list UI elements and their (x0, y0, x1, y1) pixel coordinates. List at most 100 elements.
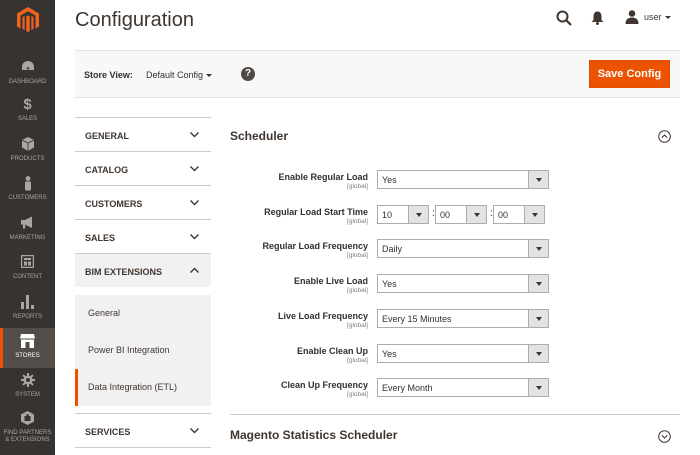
layout-icon (0, 254, 55, 271)
page-title: Configuration (75, 9, 194, 31)
chevron-down-icon (190, 200, 199, 206)
magento-logo[interactable] (0, 0, 55, 40)
select-arrow-icon[interactable] (524, 206, 544, 223)
tab-general-label: GENERAL (85, 131, 130, 141)
nav-customers[interactable]: CUSTOMERS (0, 170, 55, 210)
user-name[interactable]: user (644, 12, 662, 22)
row-enable-live-load: Enable Live Load [global] Yes (230, 274, 680, 302)
select-arrow-icon[interactable] (466, 206, 486, 223)
expand-icon[interactable] (658, 430, 671, 443)
dashboard-icon (0, 60, 55, 76)
row-regular-load-frequency: Regular Load Frequency [global] Daily (230, 239, 680, 267)
scheduler-section-title[interactable]: Scheduler (230, 129, 288, 143)
tab-services[interactable]: SERVICES (75, 413, 211, 447)
regular-load-frequency-select[interactable]: Daily (377, 239, 549, 258)
select-arrow-icon[interactable] (528, 379, 548, 396)
row-regular-load-start-time: Regular Load Start Time [global] 10 : 00… (230, 205, 680, 233)
start-time-hour-select[interactable]: 10 (377, 205, 429, 224)
store-view-caret-icon[interactable] (206, 74, 212, 77)
tab-catalog-label: CATALOG (85, 165, 129, 175)
clean-up-frequency-select[interactable]: Every Month (377, 378, 549, 397)
nav-content[interactable]: CONTENT (0, 249, 55, 289)
nav-system[interactable]: SYSTEM (0, 367, 55, 407)
enable-regular-load-value: Yes (382, 175, 397, 185)
live-load-frequency-select[interactable]: Every 15 Minutes (377, 309, 549, 328)
search-icon[interactable] (556, 10, 572, 26)
store-view-switcher[interactable]: Default Config (146, 70, 203, 80)
chevron-down-icon (190, 234, 199, 240)
select-arrow-icon[interactable] (528, 345, 548, 362)
scope-label: [global] (347, 183, 368, 190)
tab-services-label: SERVICES (85, 427, 131, 437)
config-tabs: GENERAL CATALOG CUSTOMERS SALES BIM EXTE… (75, 117, 211, 455)
select-arrow-icon[interactable] (408, 206, 428, 223)
tab-catalog[interactable]: CATALOG (75, 151, 211, 185)
enable-live-load-value: Yes (382, 279, 397, 289)
enable-regular-load-select[interactable]: Yes (377, 170, 549, 189)
nav-find-partners-label: FIND PARTNERS & EXTENSIONS (3, 430, 52, 443)
nav-reports[interactable]: REPORTS (0, 289, 55, 329)
regular-load-start-time-label: Regular Load Start Time (264, 207, 368, 217)
tab-power-bi-integration[interactable]: Power BI Integration (75, 332, 211, 369)
regular-load-frequency-label: Regular Load Frequency (262, 241, 368, 251)
bell-icon[interactable] (591, 11, 604, 25)
statistics-scheduler-section-title[interactable]: Magento Statistics Scheduler (230, 428, 397, 442)
nav-sales-label: SALES (17, 116, 38, 122)
row-enable-clean-up: Enable Clean Up [global] Yes (230, 344, 680, 372)
start-time-second-value: 00 (498, 210, 509, 220)
tab-sales[interactable]: SALES (75, 219, 211, 253)
enable-regular-load-label: Enable Regular Load (278, 172, 368, 182)
live-load-frequency-label: Live Load Frequency (277, 311, 368, 321)
nav-sales[interactable]: $ SALES (0, 91, 55, 131)
magento-logo-icon (16, 7, 39, 32)
tab-general[interactable]: GENERAL (75, 117, 211, 151)
nav-marketing[interactable]: MARKETING (0, 210, 55, 250)
scope-label: [global] (347, 357, 368, 364)
nav-products-label: PRODUCTS (10, 156, 45, 162)
scope-label: [global] (347, 287, 368, 294)
tabs-bottom-border (75, 447, 211, 448)
help-icon[interactable]: ? (241, 67, 255, 81)
store-view-bar: Store View: Default Config ? Save Config (75, 50, 680, 98)
nav-marketing-label: MARKETING (9, 235, 46, 241)
enable-live-load-select[interactable]: Yes (377, 274, 549, 293)
enable-clean-up-select[interactable]: Yes (377, 344, 549, 363)
clean-up-frequency-label: Clean Up Frequency (280, 380, 368, 390)
extensions-icon (0, 411, 55, 427)
nav-customers-label: CUSTOMERS (8, 195, 47, 201)
tab-customers[interactable]: CUSTOMERS (75, 185, 211, 219)
tab-bim-general[interactable]: General (75, 295, 211, 332)
start-time-minute-select[interactable]: 00 (435, 205, 487, 224)
collapse-icon[interactable] (658, 130, 671, 143)
scope-label: [global] (347, 391, 368, 398)
nav-stores[interactable]: STORES (0, 328, 55, 368)
tab-sales-label: SALES (85, 233, 116, 243)
gear-icon (0, 373, 55, 389)
row-live-load-frequency: Live Load Frequency [global] Every 15 Mi… (230, 309, 680, 337)
bar-chart-icon (0, 295, 55, 311)
save-config-button[interactable]: Save Config (589, 60, 670, 88)
enable-clean-up-value: Yes (382, 349, 397, 359)
select-arrow-icon[interactable] (528, 240, 548, 257)
scope-label: [global] (347, 218, 368, 225)
user-icon[interactable] (625, 10, 639, 24)
row-clean-up-frequency: Clean Up Frequency [global] Every Month (230, 378, 680, 406)
nav-products[interactable]: PRODUCTS (0, 131, 55, 171)
select-arrow-icon[interactable] (528, 310, 548, 327)
dollar-icon: $ (23, 96, 32, 113)
scope-label: [global] (347, 322, 368, 329)
tab-data-integration-etl[interactable]: Data Integration (ETL) (75, 369, 211, 406)
chevron-up-icon (190, 267, 199, 273)
nav-content-label: CONTENT (13, 274, 42, 280)
select-arrow-icon[interactable] (528, 171, 548, 188)
nav-find-partners[interactable]: FIND PARTNERS & EXTENSIONS (0, 405, 55, 450)
row-enable-regular-load: Enable Regular Load [global] Yes (230, 170, 680, 198)
nav-stores-label: STORES (15, 353, 40, 359)
user-menu-caret-icon[interactable] (665, 16, 671, 19)
start-time-second-select[interactable]: 00 (493, 205, 545, 224)
select-arrow-icon[interactable] (528, 275, 548, 292)
start-time-minute-value: 00 (440, 210, 451, 220)
nav-dashboard[interactable]: DASHBOARD (0, 54, 55, 94)
nav-dashboard-label: DASHBOARD (8, 79, 47, 85)
tab-bim-extensions[interactable]: BIM EXTENSIONS (75, 253, 211, 287)
